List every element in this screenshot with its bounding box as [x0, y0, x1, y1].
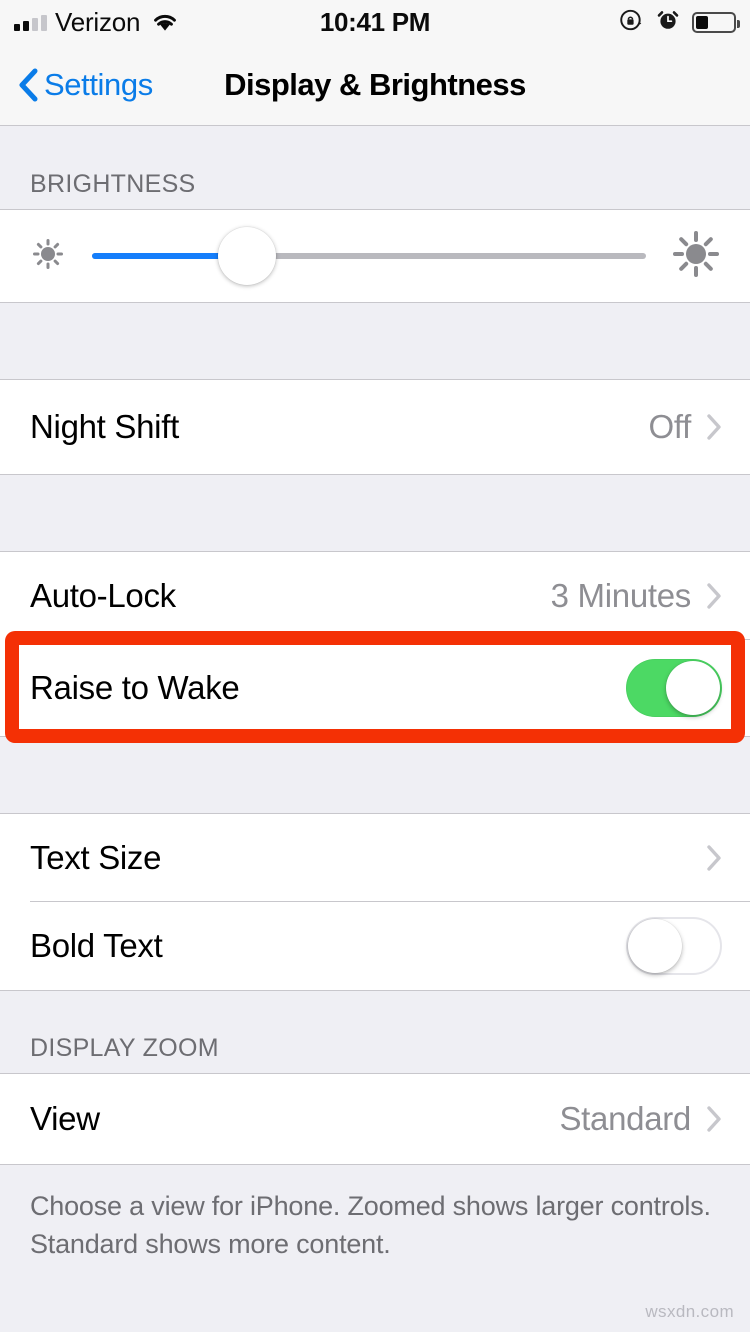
chevron-right-icon [707, 845, 722, 871]
brightness-slider-track[interactable] [92, 227, 646, 285]
chevron-right-icon [707, 1106, 722, 1132]
alarm-clock-icon [656, 8, 680, 37]
navigation-bar: Settings Display & Brightness [0, 44, 750, 126]
row-text-size[interactable]: Text Size [0, 814, 750, 902]
brightness-section-header: BRIGHTNESS [0, 127, 750, 209]
brightness-slider-row[interactable] [0, 210, 750, 302]
night-shift-right: Off [648, 408, 722, 446]
display-zoom-header-label: DISPLAY ZOOM [30, 1034, 219, 1062]
bold-text-toggle[interactable] [626, 917, 722, 975]
chevron-right-icon [707, 583, 722, 609]
sun-dim-icon [26, 232, 70, 281]
section-gap-2 [0, 475, 750, 551]
view-label: View [30, 1100, 100, 1137]
chevron-right-icon [707, 414, 722, 440]
display-zoom-section-header: DISPLAY ZOOM [0, 991, 750, 1073]
auto-lock-label: Auto-Lock [30, 577, 176, 614]
brightness-slider-thumb[interactable] [218, 227, 277, 285]
status-bar: Verizon 10:41 PM [0, 0, 750, 44]
row-bold-text[interactable]: Bold Text [0, 902, 750, 990]
raise-to-wake-label: Raise to Wake [30, 669, 240, 706]
section-gap-3 [0, 737, 750, 813]
row-auto-lock[interactable]: Auto-Lock 3 Minutes [0, 552, 750, 640]
row-raise-to-wake[interactable]: Raise to Wake [0, 640, 750, 736]
display-zoom-footer: Choose a view for iPhone. Zoomed shows l… [30, 1191, 711, 1259]
status-bar-right [618, 0, 740, 44]
sun-bright-icon [668, 226, 724, 287]
rotation-lock-icon [618, 7, 644, 38]
brightness-header-label: BRIGHTNESS [30, 170, 196, 198]
view-right: Standard [559, 1100, 722, 1138]
raise-to-wake-toggle[interactable] [626, 659, 722, 717]
iphone-screen: Verizon 10:41 PM Settings Display & Brig… [0, 0, 750, 1332]
night-shift-value: Off [648, 408, 691, 445]
text-settings-card: Text Size Bold Text [0, 813, 750, 991]
row-view[interactable]: View Standard [0, 1074, 750, 1164]
settings-list: BRIGHTNESS Night Shift Off Auto-Lock 3 M… [0, 127, 750, 1332]
watermark: wsxdn.com [645, 1302, 734, 1321]
toggle-knob [666, 661, 720, 715]
text-size-label: Text Size [30, 839, 162, 876]
lock-settings-card: Auto-Lock 3 Minutes Raise to Wake [0, 551, 750, 737]
display-zoom-card: View Standard [0, 1073, 750, 1165]
auto-lock-right: 3 Minutes [551, 577, 722, 615]
section-gap-1 [0, 303, 750, 379]
row-night-shift[interactable]: Night Shift Off [0, 380, 750, 474]
auto-lock-value: 3 Minutes [550, 577, 692, 614]
toggle-knob [628, 919, 682, 973]
page-title: Display & Brightness [224, 66, 526, 102]
night-shift-card: Night Shift Off [0, 379, 750, 475]
battery-icon [692, 11, 740, 33]
night-shift-label: Night Shift [30, 408, 179, 445]
brightness-card [0, 209, 750, 303]
bold-text-label: Bold Text [30, 927, 163, 964]
view-value: Standard [559, 1100, 691, 1137]
